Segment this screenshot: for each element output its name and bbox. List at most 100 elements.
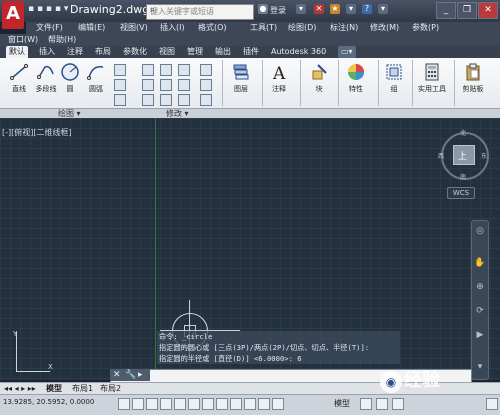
viewcube-top-face[interactable]: 上: [458, 149, 467, 162]
block-tool[interactable]: 块: [306, 62, 332, 94]
menu-format[interactable]: 格式(O): [198, 22, 227, 34]
tab-manage[interactable]: 管理: [184, 46, 206, 58]
nav-options-icon[interactable]: ▾: [474, 361, 486, 373]
search-input[interactable]: 键入关键字或短语 ⌕: [146, 4, 254, 20]
ducs-toggle-icon[interactable]: [216, 398, 228, 410]
array-icon[interactable]: [178, 94, 190, 106]
tab-plugins[interactable]: 插件: [240, 46, 262, 58]
compass-south[interactable]: 南: [460, 172, 466, 181]
tab-output[interactable]: 输出: [212, 46, 234, 58]
polar-toggle-icon[interactable]: [160, 398, 172, 410]
offset-icon[interactable]: [200, 94, 212, 106]
menu-draw[interactable]: 绘图(D): [288, 22, 316, 34]
quick-properties-icon[interactable]: [272, 398, 284, 410]
menu-insert[interactable]: 插入(I): [160, 22, 185, 34]
compass-north[interactable]: 北: [460, 128, 466, 137]
compass-east[interactable]: 东: [481, 151, 487, 160]
layers-tool[interactable]: 图层: [228, 62, 254, 94]
menu-help[interactable]: 帮助(H): [48, 34, 76, 46]
tab-annotate[interactable]: 注释: [64, 46, 86, 58]
transparency-toggle-icon[interactable]: [258, 398, 270, 410]
group-icon: [386, 64, 402, 80]
steering-wheel-icon[interactable]: ◎: [474, 225, 486, 237]
compass-west[interactable]: 西: [438, 151, 444, 160]
snap-toggle-icon[interactable]: [118, 398, 130, 410]
command-prompt-icon[interactable]: ▸: [138, 369, 143, 381]
otrack-toggle-icon[interactable]: [202, 398, 214, 410]
hatch-icon[interactable]: [114, 79, 126, 91]
annotation-scale-icon[interactable]: [360, 398, 372, 410]
login-link[interactable]: 登录: [270, 5, 286, 16]
coordinate-readout[interactable]: 13.9285, 20.5952, 0.0000: [3, 398, 94, 406]
user-icon[interactable]: ●: [258, 4, 268, 14]
move-icon[interactable]: [142, 64, 154, 76]
close-button[interactable]: ✕: [478, 2, 498, 19]
erase-icon[interactable]: [200, 64, 212, 76]
annotation-tool[interactable]: A 注释: [266, 62, 292, 94]
model-space-button[interactable]: 模型: [334, 398, 350, 409]
application-menu-button[interactable]: A: [2, 1, 24, 29]
stretch-icon[interactable]: [142, 94, 154, 106]
trim-icon[interactable]: [178, 64, 190, 76]
help-icon[interactable]: ?: [362, 4, 372, 14]
rectangle-icon[interactable]: [114, 64, 126, 76]
quick-access-toolbar[interactable]: ▪ ▪ ▪ ▪ ▾: [28, 4, 68, 14]
ortho-toggle-icon[interactable]: [146, 398, 158, 410]
osnap-toggle-icon[interactable]: [174, 398, 186, 410]
dyn-toggle-icon[interactable]: [230, 398, 242, 410]
circle-tool[interactable]: 圆: [58, 62, 82, 94]
rotate-icon[interactable]: [160, 64, 172, 76]
copy-icon[interactable]: [142, 79, 154, 91]
tab-autodesk-360[interactable]: Autodesk 360: [268, 46, 329, 58]
menu-parametric[interactable]: 参数(P): [412, 22, 439, 34]
zoom-icon[interactable]: ⊕: [474, 281, 486, 293]
polyline-tool[interactable]: 多段线: [32, 62, 60, 94]
scale-icon[interactable]: [160, 94, 172, 106]
close-command-icon[interactable]: ✕: [113, 369, 121, 381]
showmotion-icon[interactable]: ▶: [474, 329, 486, 341]
menu-modify[interactable]: 修改(M): [370, 22, 399, 34]
3dosnap-toggle-icon[interactable]: [188, 398, 200, 410]
grid-toggle-icon[interactable]: [132, 398, 144, 410]
menu-tools[interactable]: 工具(T): [250, 22, 277, 34]
explode-icon[interactable]: [200, 79, 212, 91]
menu-edit[interactable]: 编辑(E): [78, 22, 105, 34]
dropdown-icon[interactable]: ▾: [346, 4, 356, 14]
customize-wrench-icon[interactable]: 🔧: [125, 369, 136, 381]
menu-dimension[interactable]: 标注(N): [330, 22, 358, 34]
viewport-label[interactable]: [-][俯视][二维线框]: [2, 127, 72, 138]
dropdown-icon[interactable]: ▾: [296, 4, 306, 14]
clean-screen-icon[interactable]: [486, 398, 498, 410]
search-icon[interactable]: ⌕: [150, 5, 251, 15]
arc-tool[interactable]: 圆弧: [84, 62, 108, 94]
menu-window[interactable]: 窗口(W): [8, 34, 38, 46]
orbit-icon[interactable]: ⟳: [474, 305, 486, 317]
clipboard-tool[interactable]: 剪贴板: [456, 62, 490, 94]
lock-icon[interactable]: [392, 398, 404, 410]
help-dropdown-icon[interactable]: ▾: [378, 4, 388, 14]
wcs-menu[interactable]: WCS: [447, 187, 475, 199]
tab-layout[interactable]: 布局: [92, 46, 114, 58]
restore-button[interactable]: ❐: [457, 2, 477, 19]
utilities-tool[interactable]: 实用工具: [414, 62, 450, 94]
fillet-icon[interactable]: [178, 79, 190, 91]
lineweight-toggle-icon[interactable]: [244, 398, 256, 410]
svg-text:A: A: [272, 64, 286, 82]
group-tool[interactable]: 组: [382, 62, 406, 94]
connect-icon[interactable]: ★: [330, 4, 340, 14]
pan-icon[interactable]: ✋: [474, 257, 486, 269]
mirror-icon[interactable]: [160, 79, 172, 91]
gradient-icon[interactable]: [114, 94, 126, 106]
tab-options-icon[interactable]: ▭▾: [338, 46, 356, 58]
tab-parametric[interactable]: 参数化: [120, 46, 150, 58]
menu-file[interactable]: 文件(F): [36, 22, 63, 34]
minimize-button[interactable]: _: [436, 2, 456, 19]
line-tool[interactable]: 直线: [6, 62, 32, 94]
menu-view[interactable]: 视图(V): [120, 22, 148, 34]
exchange-icon[interactable]: ✕: [314, 4, 324, 14]
tab-view[interactable]: 视图: [156, 46, 178, 58]
tab-insert[interactable]: 插入: [36, 46, 58, 58]
workspace-icon[interactable]: [376, 398, 388, 410]
properties-tool[interactable]: 特性: [342, 62, 370, 94]
tab-default[interactable]: 默认: [6, 46, 28, 58]
